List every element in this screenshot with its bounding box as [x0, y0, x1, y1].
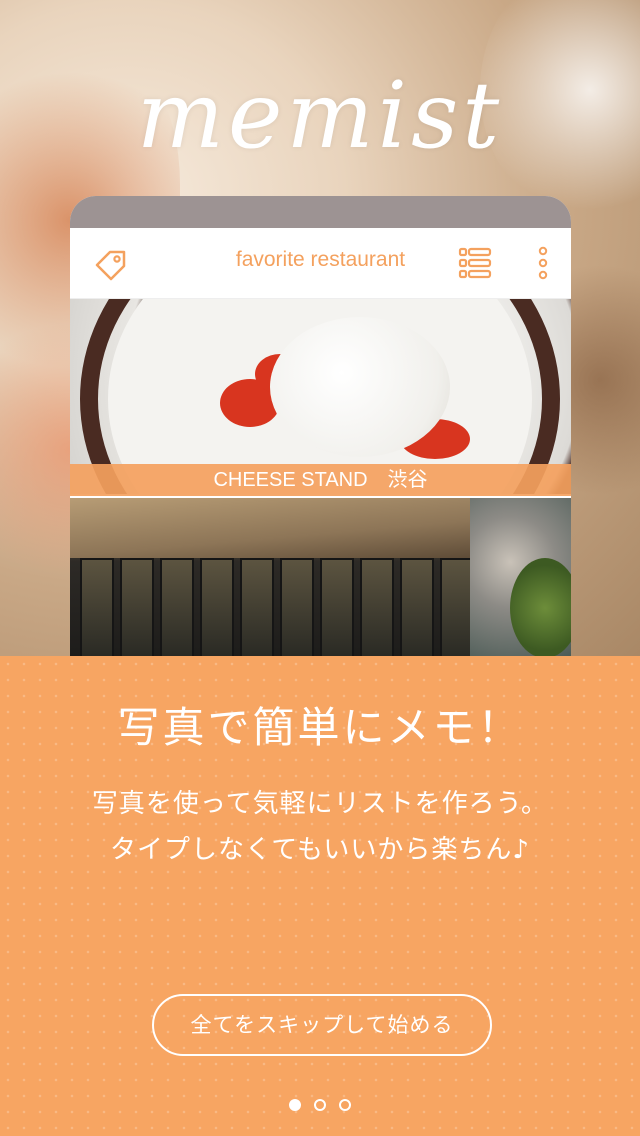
phone-status-bar: [70, 196, 571, 228]
phone-nav-bar: favorite restaurant: [70, 228, 571, 299]
intro-panel: 写真で簡単にメモ！ 写真を使って気軽にリストを作ろう。 タイプしなくてもいいから…: [0, 656, 640, 1136]
page-dot-active[interactable]: [288, 1099, 301, 1111]
phone-preview: favorite restaurant CHEESE STAND 渋谷: [70, 196, 571, 656]
list-item-caption: CHEESE STAND 渋谷: [70, 464, 571, 496]
restaurant-photo-exterior: [70, 498, 571, 656]
list-icon: [458, 247, 492, 279]
intro-description: 写真を使って気軽にリストを作ろう。 タイプしなくてもいいから楽ちん♪: [0, 781, 640, 873]
list-title: favorite restaurant: [235, 248, 406, 271]
intro-headline: 写真で簡単にメモ！: [117, 703, 523, 752]
intro-description-line: タイプしなくてもいいから楽ちん♪: [110, 835, 530, 865]
page-dot[interactable]: [314, 1099, 326, 1111]
page-indicator: [0, 1096, 640, 1115]
intro-description-line: 写真を使って気軽にリストを作ろう。: [91, 789, 549, 819]
more-vertical-icon: [538, 246, 548, 280]
app-logo: memist: [136, 62, 504, 169]
skip-all-button[interactable]: 全てをスキップして始める: [152, 994, 492, 1056]
page-dot[interactable]: [339, 1099, 352, 1111]
